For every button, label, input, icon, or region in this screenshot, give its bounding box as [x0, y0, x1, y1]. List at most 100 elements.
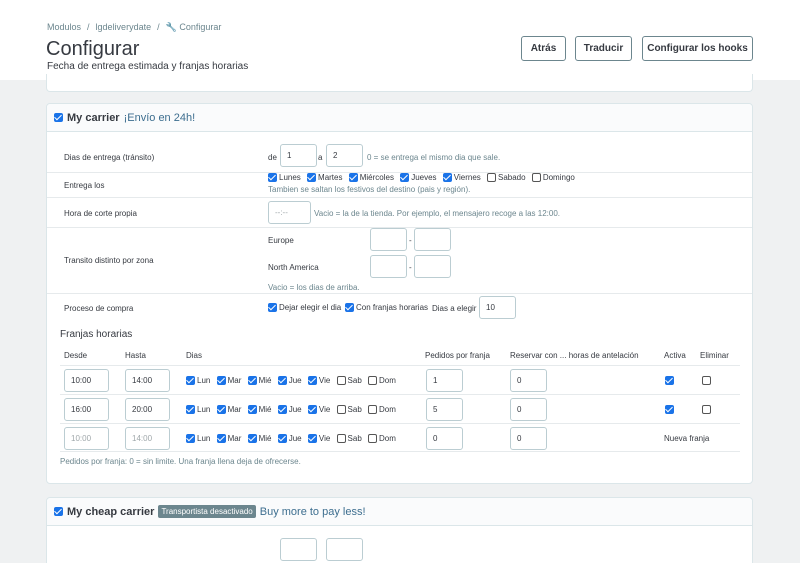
- configure-hooks-button[interactable]: Configurar los hooks: [642, 36, 753, 61]
- day-label: Mié: [258, 376, 272, 385]
- zone-max-input[interactable]: [414, 255, 451, 278]
- slot-day-option[interactable]: Dom: [368, 434, 396, 443]
- slot-from-input[interactable]: 16:00: [64, 398, 109, 421]
- day-checkbox[interactable]: [216, 434, 226, 443]
- transit-min-input[interactable]: 1: [280, 144, 317, 167]
- new-slot-to-input[interactable]: 14:00: [125, 427, 170, 450]
- days-to-choose-input[interactable]: 10: [479, 296, 516, 319]
- day-option-sunday[interactable]: Domingo: [531, 173, 575, 182]
- slot-to-input[interactable]: 20:00: [125, 398, 170, 421]
- day-checkbox[interactable]: [247, 434, 257, 443]
- slot-day-option[interactable]: Sab: [336, 376, 362, 385]
- day-checkbox[interactable]: [277, 376, 287, 385]
- day-checkbox[interactable]: [336, 405, 346, 414]
- carrier-enabled-checkbox[interactable]: [54, 507, 63, 516]
- day-option-thursday[interactable]: Jueves: [400, 173, 437, 182]
- day-checkbox[interactable]: [216, 405, 226, 414]
- transit-min-input[interactable]: [280, 538, 317, 561]
- slot-day-option[interactable]: Mar: [216, 405, 241, 414]
- cutoff-time-input[interactable]: --:--: [268, 201, 311, 224]
- day-checkbox[interactable]: [336, 434, 346, 443]
- delivery-days-list: Lunes Martes Miércoles Jueves Viernes Sa…: [268, 173, 579, 184]
- new-slot-reserve-input[interactable]: 0: [510, 427, 547, 450]
- slot-day-option[interactable]: Jue: [277, 434, 302, 443]
- day-checkbox[interactable]: [348, 173, 358, 182]
- day-option-tuesday[interactable]: Martes: [307, 173, 342, 182]
- day-checkbox[interactable]: [368, 376, 377, 385]
- translate-button[interactable]: Traducir: [575, 36, 632, 61]
- day-option-wednesday[interactable]: Miércoles: [348, 173, 394, 182]
- slot-day-option[interactable]: Lun: [186, 376, 210, 385]
- day-label: Lunes: [279, 173, 301, 182]
- slot-orders-input[interactable]: 1: [426, 369, 463, 392]
- with-slots-checkbox[interactable]: [345, 303, 354, 312]
- breadcrumb-module[interactable]: lgdeliverydate: [96, 22, 152, 33]
- breadcrumb-modules[interactable]: Modulos: [47, 22, 81, 33]
- zone-min-input[interactable]: [370, 228, 407, 251]
- slot-day-option[interactable]: Lun: [186, 405, 210, 414]
- day-checkbox[interactable]: [186, 376, 195, 385]
- slot-day-option[interactable]: Mié: [247, 376, 272, 385]
- day-checkbox[interactable]: [216, 376, 226, 385]
- day-checkbox[interactable]: [277, 434, 287, 443]
- with-slots-option[interactable]: Con franjas horarias: [345, 303, 428, 312]
- slot-day-option[interactable]: Vie: [307, 376, 330, 385]
- day-checkbox[interactable]: [307, 173, 317, 182]
- day-checkbox[interactable]: [307, 434, 317, 443]
- slot-to-input[interactable]: 14:00: [125, 369, 170, 392]
- day-checkbox[interactable]: [487, 173, 496, 182]
- new-slot-orders-input[interactable]: 0: [426, 427, 463, 450]
- slot-day-option[interactable]: Mié: [247, 434, 272, 443]
- slot-day-option[interactable]: Sab: [336, 434, 362, 443]
- day-checkbox[interactable]: [186, 405, 195, 414]
- day-label: Mié: [258, 405, 272, 414]
- slot-day-option[interactable]: Sab: [336, 405, 362, 414]
- slot-day-option[interactable]: Mar: [216, 434, 241, 443]
- day-checkbox[interactable]: [307, 376, 317, 385]
- day-option-friday[interactable]: Viernes: [442, 173, 481, 182]
- slot-active-checkbox[interactable]: [665, 405, 674, 414]
- day-checkbox[interactable]: [307, 405, 317, 414]
- day-checkbox[interactable]: [368, 434, 377, 443]
- day-option-monday[interactable]: Lunes: [268, 173, 301, 182]
- day-checkbox[interactable]: [336, 376, 346, 385]
- slots-title: Franjas horarias: [60, 329, 133, 340]
- day-checkbox[interactable]: [442, 173, 452, 182]
- slot-day-option[interactable]: Jue: [277, 376, 302, 385]
- slot-from-input[interactable]: 10:00: [64, 369, 109, 392]
- let-choose-day-option[interactable]: Dejar elegir el dia: [268, 303, 341, 312]
- carrier-enabled-checkbox[interactable]: [54, 113, 63, 122]
- cutoff-row: Hora de corte propia --:-- Vacio = la de…: [47, 198, 752, 228]
- slot-day-option[interactable]: Mar: [216, 376, 241, 385]
- day-checkbox[interactable]: [247, 405, 257, 414]
- slot-orders-input[interactable]: 5: [426, 398, 463, 421]
- zone-max-input[interactable]: [414, 228, 451, 251]
- slot-day-option[interactable]: Mié: [247, 405, 272, 414]
- let-choose-checkbox[interactable]: [268, 303, 277, 312]
- back-button[interactable]: Atrás: [521, 36, 566, 61]
- new-slot-from-input[interactable]: 10:00: [64, 427, 109, 450]
- day-checkbox[interactable]: [186, 434, 195, 443]
- slot-day-option[interactable]: Dom: [368, 376, 396, 385]
- slot-reserve-input[interactable]: 0: [510, 398, 547, 421]
- day-checkbox[interactable]: [277, 405, 287, 414]
- slot-day-option[interactable]: Dom: [368, 405, 396, 414]
- day-option-saturday[interactable]: Sabado: [487, 173, 526, 182]
- day-checkbox[interactable]: [247, 376, 257, 385]
- slot-day-option[interactable]: Jue: [277, 405, 302, 414]
- slot-delete-checkbox[interactable]: [702, 405, 711, 414]
- day-checkbox[interactable]: [400, 173, 410, 182]
- slot-day-option[interactable]: Vie: [307, 405, 330, 414]
- slots-header-to: Hasta: [125, 351, 146, 360]
- slot-delete-checkbox[interactable]: [702, 376, 711, 385]
- day-checkbox[interactable]: [531, 173, 541, 182]
- transit-max-input[interactable]: 2: [326, 144, 363, 167]
- slot-active-checkbox[interactable]: [665, 376, 674, 385]
- day-checkbox[interactable]: [368, 405, 377, 414]
- slot-day-option[interactable]: Lun: [186, 434, 210, 443]
- slot-reserve-input[interactable]: 0: [510, 369, 547, 392]
- transit-max-input[interactable]: [326, 538, 363, 561]
- zone-min-input[interactable]: [370, 255, 407, 278]
- day-checkbox[interactable]: [268, 173, 277, 182]
- slot-day-option[interactable]: Vie: [307, 434, 330, 443]
